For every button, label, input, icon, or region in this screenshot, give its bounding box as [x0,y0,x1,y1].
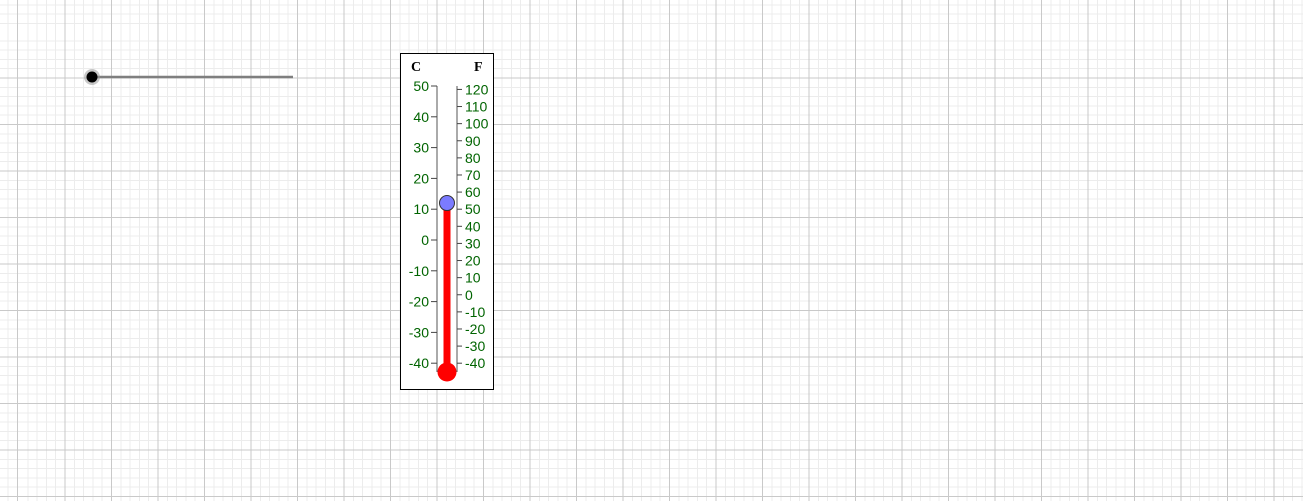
fahrenheit-tick-label: 90 [465,133,481,149]
fahrenheit-tick-label: 100 [465,116,489,132]
celsius-unit-label: C [411,60,421,75]
fahrenheit-tick-label: 0 [465,287,473,303]
celsius-tick-label: -30 [409,324,429,340]
celsius-tick-label: -10 [409,263,429,279]
fahrenheit-tick-label: 110 [465,99,488,115]
celsius-tick-label: 50 [413,78,429,94]
fahrenheit-tick-label: -30 [465,338,485,354]
celsius-tick-label: -40 [409,355,429,371]
celsius-tick-label: 20 [413,170,429,186]
fahrenheit-tick-label: 80 [465,150,481,166]
celsius-tick-label: 30 [413,140,429,156]
celsius-tick-label: 0 [421,232,429,248]
mercury-bulb [437,362,457,382]
fahrenheit-tick-label: 20 [465,253,481,269]
temperature-handle[interactable] [439,195,455,212]
fahrenheit-unit-label: F [474,60,483,75]
fahrenheit-tick-label: 10 [465,270,481,286]
celsius-tick-label: 10 [413,201,429,217]
thermometer: C F 50403020100-10-20-30-40 120110100908… [400,53,494,390]
slider-handle[interactable] [86,71,98,83]
fahrenheit-tick-label: 50 [465,201,481,217]
fahrenheit-tick-label: 30 [465,235,481,251]
fahrenheit-tick-label: -40 [465,355,485,371]
fahrenheit-tick-label: 120 [465,81,489,97]
celsius-tick-label: -20 [409,294,429,310]
temperature-slider[interactable] [84,69,293,85]
fahrenheit-tick-label: 60 [465,184,481,200]
fahrenheit-tick-label: -20 [465,321,485,337]
graphics-canvas[interactable]: C F 50 40 30 20 10 0 -10 -20 -30 -40 120 110 100 90 8… [0,0,1303,501]
fahrenheit-tick-label: 40 [465,218,481,234]
graphics-view: C F 50403020100-10-20-30-40 120110100908… [84,53,494,390]
mercury-column [443,203,451,372]
fahrenheit-tick-label: -10 [465,304,485,320]
celsius-tick-label: 40 [413,109,429,125]
fahrenheit-tick-label: 70 [465,167,481,183]
